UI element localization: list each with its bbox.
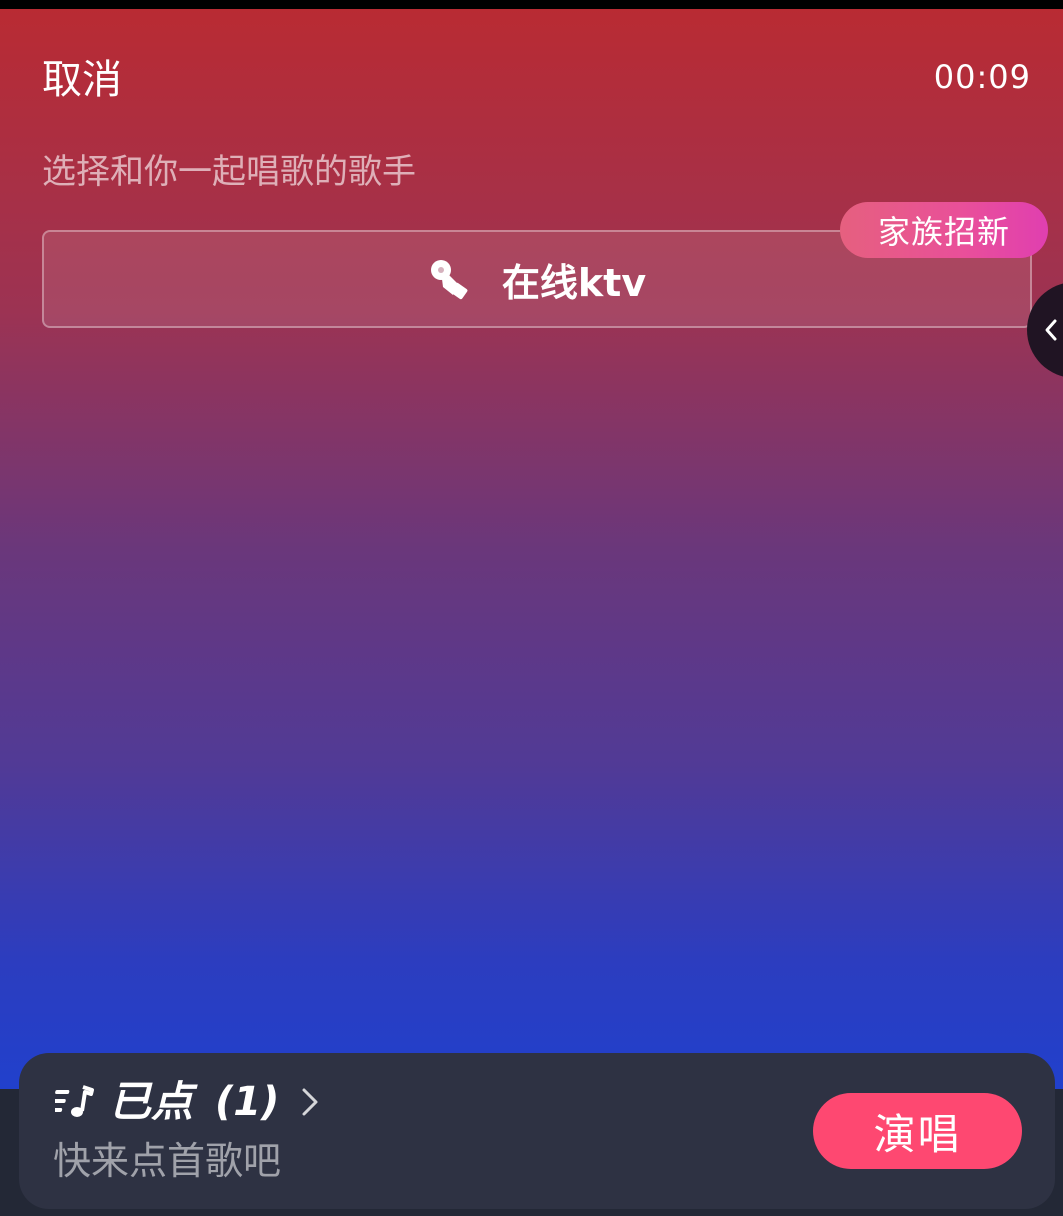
pick-song-hint: 快来点首歌吧 [53,1139,282,1183]
playlist-icon [51,1082,95,1122]
sing-button[interactable]: 演唱 [813,1093,1022,1169]
status-bar-strip [0,0,1063,9]
queued-count: (1) [215,1079,280,1126]
microphone-icon [428,257,472,301]
song-queue-panel: 已点 (1) 快来点首歌吧 演唱 [19,1053,1055,1209]
chevron-right-icon [297,1082,323,1122]
karaoke-screen: 取消 00:09 选择和你一起唱歌的歌手 在线ktv 家族招新 已点 (1) 快… [0,0,1063,1216]
cancel-button[interactable]: 取消 [42,56,122,104]
select-singer-subtitle: 选择和你一起唱歌的歌手 [42,152,416,192]
countdown-timer: 00:09 [933,58,1031,96]
family-recruit-badge[interactable]: 家族招新 [840,202,1048,258]
chevron-left-icon [1045,319,1057,341]
queued-songs-link[interactable]: 已点 (1) [51,1077,323,1126]
queued-label: 已点 [109,1077,194,1126]
online-ktv-label: 在线ktv [501,260,647,305]
